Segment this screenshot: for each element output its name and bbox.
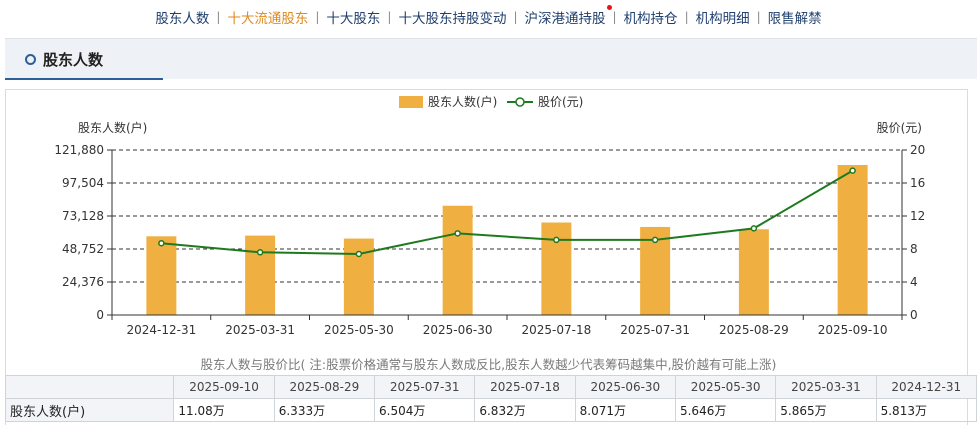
table-header-cell: 2024-12-31 bbox=[875, 375, 977, 399]
bar-2025-09-10 bbox=[837, 165, 868, 315]
legend-line-marker bbox=[515, 97, 525, 107]
y-right-tick-label: 16 bbox=[910, 176, 925, 190]
y-left-tick-label: 121,880 bbox=[54, 143, 104, 157]
y-left-tick-label: 73,128 bbox=[62, 209, 104, 223]
x-tick-label: 2025-08-29 bbox=[719, 323, 789, 337]
y-left-tick-label: 24,376 bbox=[62, 275, 104, 289]
x-tick-label: 2025-03-31 bbox=[225, 323, 295, 337]
y-left-tick-label: 48,752 bbox=[62, 242, 104, 256]
x-tick-label: 2025-05-30 bbox=[324, 323, 394, 337]
y-right-tick-label: 8 bbox=[910, 242, 918, 256]
shareholder-table: 2025-09-10 2025-08-29 2025-07-31 2025-07-18… bbox=[4, 375, 977, 422]
table-header-cell: 2025-09-10 bbox=[173, 375, 275, 399]
y-right-tick-label: 0 bbox=[910, 308, 918, 322]
table-cell: 11.08万 bbox=[173, 398, 275, 422]
table-cell: 5.865万 bbox=[775, 398, 877, 422]
table-cell: 6.333万 bbox=[273, 398, 376, 422]
table-cell: 5.646万 bbox=[674, 398, 777, 422]
price-point-2025-07-18 bbox=[553, 236, 560, 244]
price-point-2025-08-29 bbox=[750, 225, 758, 232]
y-right-tick-label: 4 bbox=[910, 275, 918, 289]
y-left-tick-label: 0 bbox=[96, 308, 104, 322]
chart-legend: 股东人数(户) 股价(元) bbox=[399, 94, 583, 109]
bar-2024-12-31 bbox=[146, 236, 177, 315]
y-left-tick-label: 97,504 bbox=[62, 176, 104, 190]
x-tick-label: 2025-07-18 bbox=[522, 323, 592, 337]
y-axis-left-ticks: 0 24,376 48,752 73,128 97,504 121,880 bbox=[54, 143, 112, 322]
table-header-cell: 2025-07-18 bbox=[474, 375, 576, 399]
table-header-cell: 2025-06-30 bbox=[574, 375, 676, 399]
chart-grid bbox=[112, 149, 902, 283]
price-point-2025-09-10 bbox=[849, 167, 856, 174]
x-axis-ticks: 2024-12-31 2025-03-31 2025-05-30 2025-06-30… bbox=[111, 315, 903, 337]
y-axis-left-title: 股东人数(户) bbox=[78, 120, 147, 135]
table-corner-cell bbox=[4, 375, 175, 399]
price-point-2025-07-31 bbox=[651, 236, 659, 244]
chart-axes bbox=[111, 150, 903, 316]
legend-bar-label: 股东人数(户) bbox=[428, 94, 497, 109]
table-header-cell: 2025-05-30 bbox=[674, 375, 777, 399]
bar-2025-07-18 bbox=[541, 222, 572, 315]
table-cell: 5.813万 bbox=[875, 398, 977, 422]
table-header-cell: 2025-03-31 bbox=[775, 375, 877, 399]
y-axis-right-ticks: 0 4 8 12 16 20 bbox=[902, 143, 925, 322]
bar-series bbox=[146, 165, 868, 315]
table-cell: 6.832万 bbox=[474, 398, 576, 422]
x-tick-label: 2024-12-31 bbox=[127, 323, 197, 337]
table-header-row: 2025-09-10 2025-08-29 2025-07-31 2025-07-18… bbox=[4, 375, 977, 399]
price-point-2025-05-30 bbox=[355, 250, 363, 258]
table-cell: 8.071万 bbox=[574, 398, 676, 422]
price-point-2025-03-31 bbox=[256, 249, 264, 256]
shareholder-price-chart: 股东人数(户) 股价(元) 股东人数(户) 股价(元) 0 24,376 48,75… bbox=[54, 94, 925, 337]
table-row-label: 股东人数(户) bbox=[4, 398, 175, 422]
table-row: 股东人数(户) 11.08万 6.333万 6.504万 6.832万 8.071万 5.… bbox=[4, 398, 977, 422]
legend-line-label: 股价(元) bbox=[538, 95, 583, 109]
bar-2025-05-30 bbox=[343, 238, 374, 315]
price-point-2025-06-30 bbox=[454, 230, 461, 237]
table-header-cell: 2025-07-31 bbox=[374, 375, 476, 399]
table-cell: 6.504万 bbox=[374, 398, 476, 422]
y-right-tick-label: 20 bbox=[910, 143, 925, 157]
x-tick-label: 2025-09-10 bbox=[818, 323, 888, 337]
y-right-tick-label: 12 bbox=[910, 209, 925, 223]
price-point-2024-12-31 bbox=[158, 239, 165, 247]
x-tick-label: 2025-07-31 bbox=[620, 323, 690, 337]
chart-note: 股东人数与股价比( 注:股票价格通常与股东人数成反比,股东人数越少代表筹码越集中… bbox=[200, 357, 777, 372]
bar-2025-03-31 bbox=[245, 235, 276, 315]
x-tick-label: 2025-06-30 bbox=[423, 323, 493, 337]
legend-bar-swatch bbox=[399, 96, 423, 108]
y-axis-right-title: 股价(元) bbox=[877, 121, 922, 135]
bar-2025-08-29 bbox=[738, 229, 769, 315]
table-header-cell: 2025-08-29 bbox=[273, 375, 376, 399]
bar-2025-06-30 bbox=[442, 205, 473, 315]
